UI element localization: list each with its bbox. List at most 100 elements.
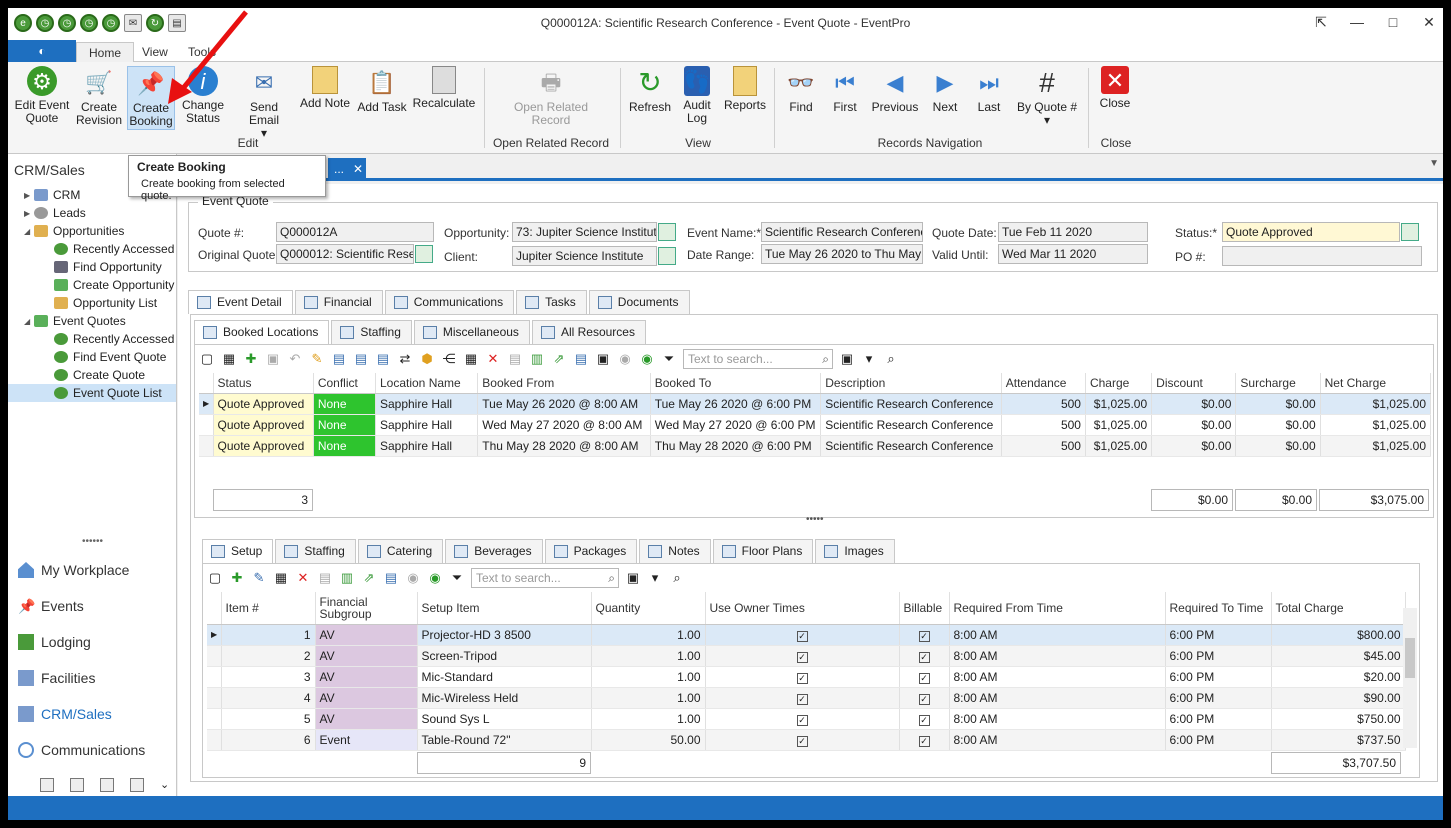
copy-location-icon[interactable]: ▤ [353, 351, 369, 367]
use-owner-times-checkbox[interactable]: ✓ [796, 630, 808, 642]
table-row[interactable]: 5 AV Sound Sys L 1.00 ✓ ✓ 8:00 AM 6:00 P… [207, 708, 1406, 730]
billable-checkbox[interactable]: ✓ [918, 672, 930, 684]
lookup-icon[interactable] [1401, 223, 1419, 241]
table-row[interactable]: 3 AV Mic-Standard 1.00 ✓ ✓ 8:00 AM 6:00 … [207, 666, 1406, 688]
tab-packages[interactable]: Packages [544, 539, 638, 563]
tab-documents[interactable]: Documents [588, 290, 690, 314]
tree-item-find-opportunity[interactable]: Find Opportunity [8, 258, 176, 276]
col-booked-from[interactable]: Booked From [477, 373, 651, 394]
table-row[interactable]: 6 Event Table-Round 72" 50.00 ✓ ✓ 8:00 A… [207, 729, 1406, 751]
valid-until-field[interactable]: Wed Mar 11 2020 [998, 244, 1148, 264]
add-icon[interactable]: ✚ [229, 570, 245, 586]
tree-item-leads[interactable]: ▶ Leads [8, 204, 176, 222]
nav-crm-sales[interactable]: CRM/Sales [8, 696, 176, 732]
print-icon[interactable]: ▤ [317, 570, 333, 586]
use-owner-times-checkbox[interactable]: ✓ [796, 651, 808, 663]
table-row[interactable]: ▶ 1 AV Projector-HD 3 8500 1.00 ✓ ✓ 8:00… [207, 624, 1406, 646]
tab-financial[interactable]: Financial [294, 290, 383, 314]
col-status[interactable]: Status [213, 373, 314, 394]
nav-events[interactable]: 📌 Events [8, 588, 176, 624]
billable-checkbox[interactable]: ✓ [918, 714, 930, 726]
quote-date-field[interactable]: Tue Feb 11 2020 [998, 222, 1148, 242]
columns-icon[interactable]: ▥ [529, 351, 545, 367]
audit-icon[interactable]: ▤ [383, 570, 399, 586]
scrollbar-thumb[interactable] [1405, 638, 1415, 678]
close-window-button[interactable]: ✕ [1421, 14, 1437, 30]
tree-item-opportunity-list[interactable]: Opportunity List [8, 294, 176, 312]
billable-checkbox[interactable]: ✓ [918, 630, 930, 642]
tree-item-create-opportunity[interactable]: Create Opportunity [8, 276, 176, 294]
task-icon[interactable] [40, 778, 54, 792]
lookup-icon[interactable] [658, 223, 676, 241]
tree-item-opportunities[interactable]: ◢ Opportunities [8, 222, 176, 240]
col-attendance[interactable]: Attendance [1001, 373, 1086, 394]
documents-icon[interactable] [130, 778, 144, 792]
up-circle-icon[interactable]: ◉ [405, 570, 421, 586]
billable-checkbox[interactable]: ✓ [918, 693, 930, 705]
reports-icon[interactable] [100, 778, 114, 792]
grid-icon[interactable]: ▦ [273, 570, 289, 586]
vertical-scrollbar[interactable] [1403, 608, 1417, 748]
col-use-owner-times[interactable]: Use Owner Times [705, 592, 900, 625]
use-owner-times-checkbox[interactable]: ✓ [796, 735, 808, 747]
tab-communications[interactable]: Communications [384, 290, 515, 314]
original-quote-field[interactable]: Q000012: Scientific Rese... [276, 244, 414, 264]
export-icon[interactable]: ⇗ [361, 570, 377, 586]
po-number-field[interactable] [1222, 246, 1422, 266]
tree-item-event-quote-list[interactable]: Event Quote List [8, 384, 176, 402]
add-note-button[interactable]: Add Note [298, 66, 352, 110]
maximize-button[interactable]: □ [1385, 14, 1401, 30]
find-icon[interactable]: ⌕ [883, 351, 899, 367]
edit-event-quote-button[interactable]: ⚙ Edit Event Quote [14, 66, 70, 125]
tree-item-opp-recently-accessed[interactable]: Recently Accessed [8, 240, 176, 258]
tab-booked-locations[interactable]: Booked Locations [194, 320, 330, 344]
use-owner-times-checkbox[interactable]: ✓ [796, 672, 808, 684]
col-net-charge[interactable]: Net Charge [1320, 373, 1432, 394]
open-related-record-button[interactable]: 🖶 Open Related Record [508, 66, 594, 127]
last-button[interactable]: ⏭ Last [970, 66, 1008, 114]
calculator-icon[interactable] [70, 778, 84, 792]
filter-icon[interactable]: ⏷ [449, 570, 465, 586]
col-discount[interactable]: Discount [1151, 373, 1237, 394]
table-row[interactable]: Quote Approved None Sapphire Hall Wed Ma… [199, 414, 1432, 436]
pane-splitter[interactable]: ••••• [806, 514, 824, 525]
find-icon[interactable]: ⌕ [669, 570, 685, 586]
restore-ribbon-icon[interactable]: ⇱ [1313, 14, 1329, 30]
lookup-icon[interactable] [658, 247, 676, 265]
notes-icon[interactable]: ▣ [595, 351, 611, 367]
opportunity-field[interactable]: 73: Jupiter Science Institute [512, 222, 657, 242]
use-owner-times-checkbox[interactable]: ✓ [796, 714, 808, 726]
previous-button[interactable]: ◀ Previous [870, 66, 920, 114]
print-icon[interactable]: ▤ [507, 351, 523, 367]
delete-icon[interactable]: ✕ [485, 351, 501, 367]
tree-item-create-quote[interactable]: Create Quote [8, 366, 176, 384]
tab-tasks[interactable]: Tasks [516, 290, 587, 314]
tab-miscellaneous[interactable]: Miscellaneous [413, 320, 530, 344]
col-booked-to[interactable]: Booked To [650, 373, 822, 394]
find-button[interactable]: 👓 Find [782, 66, 820, 114]
nav-communications[interactable]: Communications [8, 732, 176, 768]
save-layout-icon[interactable]: ▣ [625, 570, 641, 586]
col-conflict[interactable]: Conflict [313, 373, 376, 394]
tab-setup-staffing[interactable]: Staffing [275, 539, 356, 563]
lookup-icon[interactable] [415, 245, 433, 263]
locations-search-input[interactable]: Text to search... ⌕ [683, 349, 833, 369]
create-revision-button[interactable]: 🛒 Create Revision [74, 66, 124, 127]
up-circle-icon[interactable]: ◉ [617, 351, 633, 367]
tree-item-eq-recently-accessed[interactable]: Recently Accessed [8, 330, 176, 348]
down-circle-icon[interactable]: ◉ [427, 570, 443, 586]
tab-event-detail[interactable]: Event Detail [188, 290, 293, 314]
client-field[interactable]: Jupiter Science Institute [512, 246, 657, 266]
tab-all-resources[interactable]: All Resources [531, 320, 646, 344]
refresh-button[interactable]: ↻ Refresh [626, 66, 674, 114]
close-tab-icon[interactable]: ✕ [350, 158, 366, 180]
nav-facilities[interactable]: Facilities [8, 660, 176, 696]
down-circle-icon[interactable]: ◉ [639, 351, 655, 367]
use-owner-times-checkbox[interactable]: ✓ [796, 693, 808, 705]
col-item-number[interactable]: Item # [221, 592, 316, 625]
quote-number-field[interactable]: Q000012A [276, 222, 434, 242]
edit-icon[interactable]: ✎ [251, 570, 267, 586]
add-location-icon[interactable]: ▤ [331, 351, 347, 367]
col-billable[interactable]: Billable [899, 592, 950, 625]
undo-icon[interactable]: ↶ [287, 351, 303, 367]
